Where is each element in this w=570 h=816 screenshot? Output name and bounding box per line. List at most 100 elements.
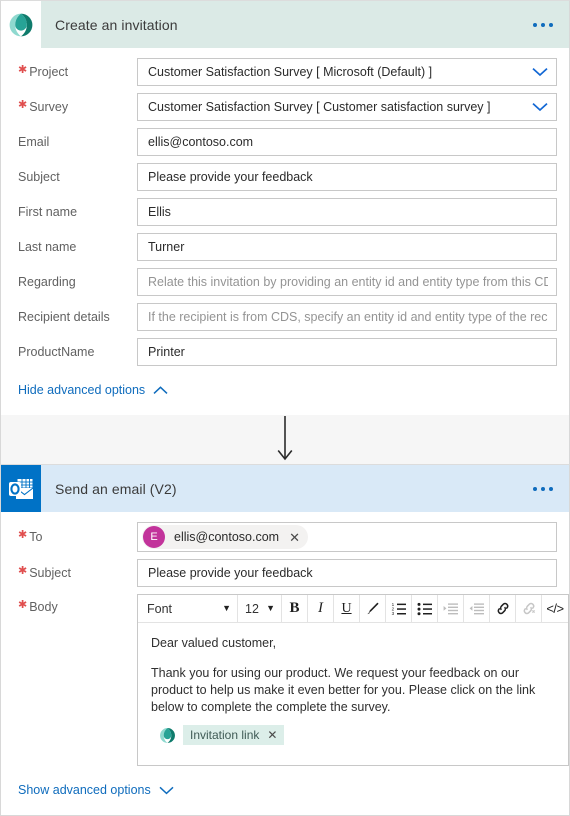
last-name-input[interactable]: Turner: [137, 233, 557, 261]
chevron-down-icon: ▼: [266, 603, 275, 613]
ellipsis-dot: [541, 22, 545, 27]
forms-pro-icon: [159, 727, 176, 744]
recipient-details-placeholder: If the recipient is from CDS, specify an…: [148, 310, 548, 324]
remove-link-icon[interactable]: [516, 595, 542, 622]
svg-text:3: 3: [391, 611, 394, 616]
field-row-email-subject: ✱ Subject Please provide your feedback: [13, 559, 557, 587]
recipient-email: ellis@contoso.com: [174, 530, 280, 544]
email-subject-input[interactable]: Please provide your feedback: [137, 559, 557, 587]
ellipsis-dot: [541, 486, 545, 491]
required-asterisk: ✱: [18, 529, 28, 541]
flow-connector: [0, 415, 570, 464]
body-paragraph: Thank you for using our product. We requ…: [151, 666, 536, 714]
field-row-survey: ✱ Survey Customer Satisfaction Survey [ C…: [13, 93, 557, 121]
numbered-list-icon[interactable]: 123: [386, 595, 412, 622]
card-body-create-an-invitation: ✱ Project Customer Satisfaction Survey [ …: [1, 48, 569, 415]
decrease-indent-icon[interactable]: [464, 595, 490, 622]
first-name-value: Ellis: [148, 205, 171, 219]
field-label-last-name: Last name: [18, 240, 77, 254]
ellipsis-dot: [533, 486, 537, 491]
hide-advanced-options-label: Hide advanced options: [18, 383, 146, 397]
field-row-subject: Subject Please provide your feedback: [13, 163, 557, 191]
card-title: Send an email (V2): [55, 480, 177, 497]
bold-icon[interactable]: B: [282, 595, 308, 622]
hide-advanced-options-toggle[interactable]: Hide advanced options: [13, 373, 557, 409]
italic-icon[interactable]: I: [308, 595, 334, 622]
field-row-first-name: First name Ellis: [13, 198, 557, 226]
close-icon[interactable]: ✕: [267, 728, 277, 742]
outlook-icon: [1, 465, 41, 512]
chevron-down-icon: [532, 67, 548, 77]
email-body-content[interactable]: Dear valued customer, Thank you for usin…: [138, 623, 568, 765]
code-view-icon[interactable]: </>: [542, 595, 568, 622]
field-row-project: ✱ Project Customer Satisfaction Survey [ …: [13, 58, 557, 86]
card-header-create-an-invitation[interactable]: Create an invitation: [1, 1, 569, 48]
editor-toolbar: Font ▼ 12 ▼ B I U 1 2 3 </>: [138, 595, 568, 623]
insert-link-icon[interactable]: [490, 595, 516, 622]
forms-pro-icon: [1, 1, 41, 48]
card-send-an-email: Send an email (V2) ✱ To E ellis@contoso.c…: [0, 464, 570, 816]
card-title: Create an invitation: [55, 16, 178, 33]
bulleted-list-icon[interactable]: [412, 595, 438, 622]
increase-indent-icon[interactable]: [438, 595, 464, 622]
highlight-pen-icon[interactable]: [360, 595, 386, 622]
field-label-email: Email: [18, 135, 50, 149]
productname-input[interactable]: Printer: [137, 338, 557, 366]
chevron-up-icon: [153, 385, 168, 395]
invitation-link-token[interactable]: Invitation link ✕: [183, 725, 285, 745]
field-label-regarding: Regarding: [18, 275, 76, 289]
font-family-value: Font: [147, 601, 173, 616]
field-label-productname: ProductName: [18, 345, 95, 359]
show-advanced-options-toggle[interactable]: Show advanced options: [13, 773, 557, 809]
field-row-recipient-details: Recipient details If the recipient is fr…: [13, 303, 557, 331]
card-header-send-an-email[interactable]: Send an email (V2): [1, 465, 569, 512]
subject-value: Please provide your feedback: [148, 170, 313, 184]
card-create-an-invitation: Create an invitation ✱ Project Customer S…: [0, 0, 570, 415]
project-dropdown[interactable]: Customer Satisfaction Survey [ Microsoft…: [137, 58, 557, 86]
subject-input[interactable]: Please provide your feedback: [137, 163, 557, 191]
field-label-project: ✱ Project: [18, 64, 69, 80]
font-family-select[interactable]: Font ▼: [138, 595, 238, 622]
email-input[interactable]: ellis@contoso.com: [137, 128, 557, 156]
field-label-subject: Subject: [18, 170, 60, 184]
regarding-input[interactable]: Relate this invitation by providing an e…: [137, 268, 557, 296]
email-subject-value: Please provide your feedback: [148, 566, 313, 580]
ellipsis-menu-send-an-email[interactable]: [529, 481, 557, 497]
card-body-send-an-email: ✱ To E ellis@contoso.com ✕ ✱ Subject Pleas…: [1, 512, 569, 815]
font-size-value: 12: [245, 601, 259, 616]
required-asterisk: ✱: [18, 599, 28, 611]
field-row-email-body: ✱ Body Font ▼ 12 ▼ B I U 1 2 3 </> Dear …: [13, 594, 569, 766]
field-label-first-name: First name: [18, 205, 78, 219]
field-row-email: Email ellis@contoso.com: [13, 128, 557, 156]
font-size-select[interactable]: 12 ▼: [238, 595, 282, 622]
field-row-to: ✱ To E ellis@contoso.com ✕: [13, 522, 557, 552]
ellipsis-menu-create-an-invitation[interactable]: [529, 17, 557, 33]
field-label-survey: ✱ Survey: [18, 99, 69, 115]
underline-icon[interactable]: U: [334, 595, 360, 622]
invitation-link-token-label: Invitation link: [190, 728, 260, 742]
survey-value: Customer Satisfaction Survey [ Customer …: [148, 100, 491, 114]
ellipsis-dot: [549, 22, 553, 27]
field-row-regarding: Regarding Relate this invitation by prov…: [13, 268, 557, 296]
required-asterisk: ✱: [18, 99, 28, 111]
project-value: Customer Satisfaction Survey [ Microsoft…: [148, 65, 433, 79]
field-row-productname: ProductName Printer: [13, 338, 557, 366]
show-advanced-options-label: Show advanced options: [18, 783, 151, 797]
regarding-placeholder: Relate this invitation by providing an e…: [148, 275, 548, 289]
field-label-email-subject: ✱ Subject: [18, 565, 71, 581]
to-input[interactable]: E ellis@contoso.com ✕: [137, 522, 557, 552]
flow-designer-page: Create an invitation ✱ Project Customer S…: [0, 0, 570, 816]
close-icon[interactable]: ✕: [287, 531, 302, 544]
recipient-details-input[interactable]: If the recipient is from CDS, specify an…: [137, 303, 557, 331]
ellipsis-dot: [549, 486, 553, 491]
avatar: E: [143, 526, 165, 548]
required-asterisk: ✱: [18, 565, 28, 577]
survey-dropdown[interactable]: Customer Satisfaction Survey [ Customer …: [137, 93, 557, 121]
field-label-recipient-details: Recipient details: [18, 310, 110, 324]
productname-value: Printer: [148, 345, 185, 359]
body-paragraph: Dear valued customer,: [151, 636, 277, 650]
first-name-input[interactable]: Ellis: [137, 198, 557, 226]
field-label-email-body: ✱ Body: [18, 599, 58, 615]
field-label-to: ✱ To: [18, 529, 43, 545]
recipient-chip[interactable]: E ellis@contoso.com ✕: [142, 525, 308, 549]
